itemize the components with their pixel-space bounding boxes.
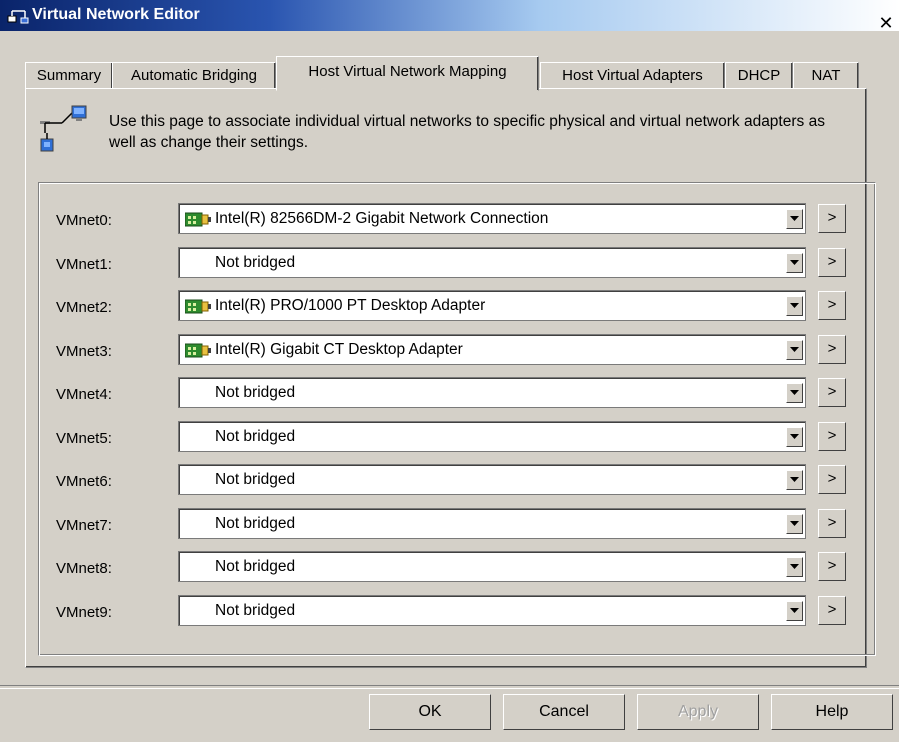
vmnet-label: VMnet4: [56,386,112,403]
adapter-dropdown-value: Not bridged [215,515,296,532]
network-adapter-icon [185,299,211,314]
vmnet-label: VMnet5: [56,430,112,447]
page-description: Use this page to associate individual vi… [109,113,825,151]
adapter-dropdown-value: Intel(R) Gigabit CT Desktop Adapter [215,341,463,358]
adapter-dropdown-value: Not bridged [215,254,296,271]
adapter-dropdown[interactable]: Not bridged [178,508,806,539]
adapter-dropdown-value: Not bridged [215,384,296,401]
adapter-settings-button[interactable]: > [818,465,846,494]
adapter-settings-button[interactable]: > [818,291,846,320]
chevron-down-icon [790,434,799,439]
network-mapping-icon [40,105,87,152]
dropdown-arrow-button[interactable] [786,514,803,534]
adapter-settings-button[interactable]: > [818,204,846,233]
adapter-dropdown[interactable]: Not bridged [178,551,806,582]
adapter-dropdown[interactable]: Intel(R) PRO/1000 PT Desktop Adapter [178,290,806,321]
window-title: Virtual Network Editor [32,6,200,23]
chevron-down-icon [790,347,799,352]
vmnet-label: VMnet1: [56,256,112,273]
tab-host-virtual-network-mapping[interactable]: Host Virtual Network Mapping [276,56,539,91]
mapping-row: VMnet2: Intel(R) PRO/1000 PT Desktop Adap… [0,290,899,323]
title-bar[interactable]: Virtual Network Editor [0,0,899,31]
mapping-row: VMnet7: Not bridged > [0,508,899,541]
dropdown-arrow-button[interactable] [786,427,803,447]
adapter-settings-button[interactable]: > [818,552,846,581]
mapping-row: VMnet4: Not bridged > [0,377,899,410]
vmnet-label: VMnet3: [56,343,112,360]
network-adapter-icon [185,343,211,358]
help-button[interactable]: Help [771,694,893,730]
vmnet-label: VMnet2: [56,299,112,316]
mapping-row: VMnet0: Intel(R) 82566DM-2 Gigabit Networ… [0,203,899,236]
chevron-down-icon [790,390,799,395]
vmnet-label: VMnet8: [56,560,112,577]
adapter-settings-button[interactable]: > [818,422,846,451]
dropdown-arrow-button[interactable] [786,296,803,316]
vmnet-label: VMnet6: [56,473,112,490]
adapter-settings-button[interactable]: > [818,596,846,625]
network-editor-icon [7,10,29,24]
adapter-settings-button[interactable]: > [818,248,846,277]
adapter-dropdown[interactable]: Not bridged [178,464,806,495]
dropdown-arrow-button[interactable] [786,209,803,229]
mapping-row: VMnet6: Not bridged > [0,464,899,497]
tab-nat[interactable]: NAT [793,62,859,88]
tab-dhcp[interactable]: DHCP [725,62,793,88]
adapter-dropdown-value: Intel(R) 82566DM-2 Gigabit Network Conne… [215,210,549,227]
vmnet-label: VMnet7: [56,517,112,534]
mapping-row: VMnet3: Intel(R) Gigabit CT Desktop Adapt… [0,334,899,367]
adapter-dropdown[interactable]: Not bridged [178,247,806,278]
adapter-settings-button[interactable]: > [818,378,846,407]
adapter-dropdown[interactable]: Not bridged [178,595,806,626]
adapter-dropdown-value: Not bridged [215,471,296,488]
chevron-down-icon [790,564,799,569]
adapter-dropdown-value: Not bridged [215,428,296,445]
adapter-dropdown-value: Not bridged [215,602,296,619]
apply-button[interactable]: Apply [637,694,759,730]
adapter-settings-button[interactable]: > [818,509,846,538]
mapping-row: VMnet5: Not bridged > [0,421,899,454]
dropdown-arrow-button[interactable] [786,470,803,490]
ok-button[interactable]: OK [369,694,491,730]
dropdown-arrow-button[interactable] [786,601,803,621]
adapter-settings-button[interactable]: > [818,335,846,364]
dropdown-arrow-button[interactable] [786,557,803,577]
dropdown-arrow-button[interactable] [786,253,803,273]
adapter-dropdown[interactable]: Not bridged [178,421,806,452]
tab-automatic-bridging[interactable]: Automatic Bridging [112,62,276,88]
close-button[interactable]: ✕ [876,14,896,33]
adapter-dropdown[interactable]: Not bridged [178,377,806,408]
tab-summary[interactable]: Summary [25,62,113,88]
chevron-down-icon [790,521,799,526]
tab-host-virtual-adapters[interactable]: Host Virtual Adapters [540,62,725,88]
chevron-down-icon [790,477,799,482]
button-separator [0,685,899,689]
cancel-button[interactable]: Cancel [503,694,625,730]
adapter-dropdown-value: Intel(R) PRO/1000 PT Desktop Adapter [215,297,486,314]
vmnet-label: VMnet9: [56,604,112,621]
network-adapter-icon [185,212,211,227]
chevron-down-icon [790,216,799,221]
adapter-dropdown[interactable]: Intel(R) Gigabit CT Desktop Adapter [178,334,806,365]
dropdown-arrow-button[interactable] [786,383,803,403]
vmnet-label: VMnet0: [56,212,112,229]
dropdown-arrow-button[interactable] [786,340,803,360]
adapter-dropdown-value: Not bridged [215,558,296,575]
mapping-row: VMnet8: Not bridged > [0,551,899,584]
tab-strip: Summary Automatic Bridging Host Virtual … [25,54,865,91]
chevron-down-icon [790,303,799,308]
chevron-down-icon [790,260,799,265]
mapping-row: VMnet1: Not bridged > [0,247,899,280]
adapter-dropdown[interactable]: Intel(R) 82566DM-2 Gigabit Network Conne… [178,203,806,234]
mapping-row: VMnet9: Not bridged > [0,595,899,628]
chevron-down-icon [790,608,799,613]
